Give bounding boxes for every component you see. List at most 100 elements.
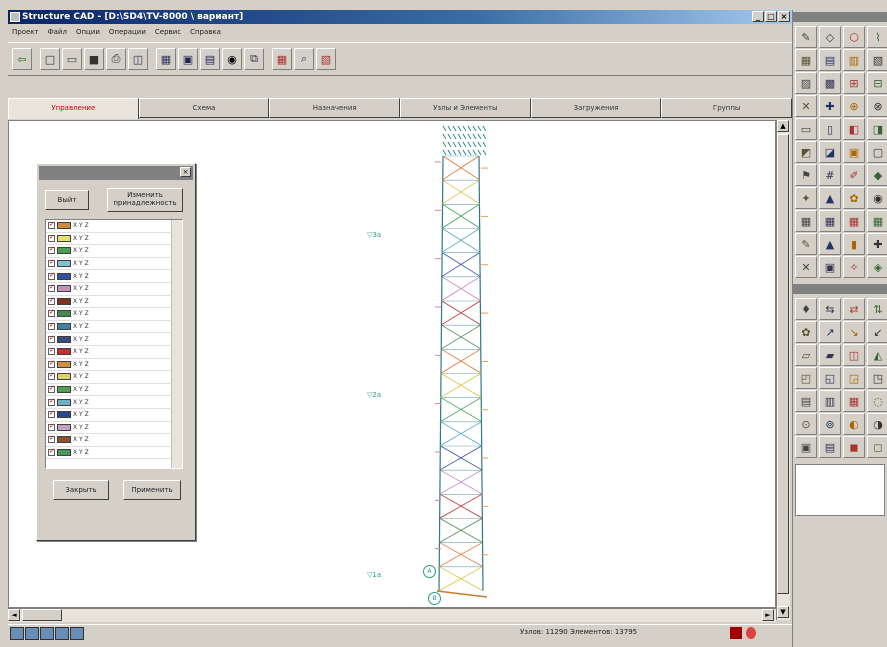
tab-5[interactable]: Группы <box>661 98 793 118</box>
menu-item-1[interactable]: Файл <box>48 28 67 36</box>
layers-panel-close-button[interactable]: × <box>180 167 191 177</box>
palette-bottom-tool-icon[interactable]: ◌ <box>867 390 887 412</box>
palette-top-tool-icon[interactable]: ▣ <box>819 256 841 278</box>
layer-row[interactable]: X Y Z <box>46 396 182 409</box>
tab-0[interactable]: Управление <box>8 98 139 119</box>
layer-row[interactable]: X Y Z <box>46 447 182 460</box>
tab-3[interactable]: Узлы и Элементы <box>400 98 531 118</box>
tab-4[interactable]: Загружения <box>530 98 662 118</box>
palette-top-tool-icon[interactable]: ✿ <box>843 187 865 209</box>
palette-top-tool-icon[interactable]: ▲ <box>819 233 841 255</box>
palette-bottom-tool-icon[interactable]: ▥ <box>819 390 841 412</box>
palette-top-tool-icon[interactable]: ▯ <box>819 118 841 140</box>
palette-top-tool-icon[interactable]: ◉ <box>867 187 887 209</box>
palette-top-tool-icon[interactable]: ▦ <box>843 210 865 232</box>
layer-checkbox[interactable] <box>48 384 55 394</box>
status-icon-5[interactable] <box>70 627 84 640</box>
layer-row[interactable]: X Y Z <box>46 258 182 271</box>
layer-checkbox[interactable] <box>48 359 55 368</box>
mesh-icon[interactable]: ▦ <box>156 48 176 70</box>
copy-icon[interactable]: ⧉ <box>244 48 264 70</box>
layer-row[interactable]: X Y Z <box>46 245 182 258</box>
layer-checkbox[interactable] <box>48 271 55 280</box>
horizontal-scrollbar[interactable]: ◄ ► <box>8 608 776 622</box>
palette-top-tool-icon[interactable]: ▮ <box>843 233 865 255</box>
layer-row[interactable]: X Y Z <box>46 233 182 246</box>
table-icon[interactable]: ▦ <box>272 48 292 70</box>
palette-bottom-tool-icon[interactable]: ▰ <box>819 344 841 366</box>
palette-bottom-tool-icon[interactable]: ↙ <box>867 321 887 343</box>
tab-1[interactable]: Схема <box>138 98 270 118</box>
vertical-scroll-thumb[interactable] <box>777 134 789 594</box>
palette-bottom-tool-icon[interactable]: ⊚ <box>819 413 841 435</box>
palette-top-tool-icon[interactable]: ◧ <box>843 118 865 140</box>
palette-top-tool-icon[interactable]: ▩ <box>819 72 841 94</box>
palette-top-tool-icon[interactable]: ◆ <box>867 164 887 186</box>
scroll-left-arrow[interactable]: ◄ <box>8 609 20 621</box>
palette-top-tool-icon[interactable]: ▧ <box>867 49 887 71</box>
palette-bottom-tool-icon[interactable]: ↗ <box>819 321 841 343</box>
palette-bottom-tool-icon[interactable]: ↘ <box>843 321 865 343</box>
record-icon[interactable] <box>746 627 756 639</box>
palette-bottom-tool-icon[interactable]: ◭ <box>867 344 887 366</box>
layer-checkbox[interactable] <box>48 397 55 406</box>
palette-bottom-tool-icon[interactable]: ▤ <box>795 390 817 412</box>
apply-button[interactable]: Применить <box>123 480 181 500</box>
palette-bottom-tool-icon[interactable]: ▦ <box>843 390 865 412</box>
palette-top-tool-icon[interactable]: ▦ <box>819 210 841 232</box>
palette-top-tool-icon[interactable]: ▦ <box>795 210 817 232</box>
palette-bottom-titlebar[interactable] <box>793 284 887 294</box>
layer-row[interactable]: X Y Z <box>46 434 182 447</box>
status-icon-4[interactable] <box>55 627 69 640</box>
palette-bottom-tool-icon[interactable]: ◻ <box>867 436 887 458</box>
layer-row[interactable]: X Y Z <box>46 283 182 296</box>
palette-bottom-tool-icon[interactable]: ◰ <box>795 367 817 389</box>
palette-top-tool-icon[interactable]: ⊕ <box>843 95 865 117</box>
palette-top-tool-icon[interactable]: ✦ <box>795 187 817 209</box>
status-icon-3[interactable] <box>40 627 54 640</box>
layer-row[interactable]: X Y Z <box>46 346 182 359</box>
palette-bottom-tool-icon[interactable]: ⇆ <box>819 298 841 320</box>
save-icon[interactable]: ■ <box>84 48 104 70</box>
palette-top-tool-icon[interactable]: ▥ <box>843 49 865 71</box>
menu-item-5[interactable]: Справка <box>190 28 221 36</box>
vertical-scrollbar[interactable]: ▲ ▼ <box>776 120 790 620</box>
palette-top-tool-icon[interactable]: ◪ <box>819 141 841 163</box>
palette-bottom-tool-icon[interactable]: ♦ <box>795 298 817 320</box>
layer-checkbox[interactable] <box>48 258 55 268</box>
title-bar[interactable]: Structure CAD - [D:\SD4\TV-8000 \ вариан… <box>8 10 792 24</box>
palette-bottom-tool-icon[interactable]: ◫ <box>843 344 865 366</box>
palette-top-tool-icon[interactable]: ▭ <box>795 118 817 140</box>
palette-bottom-tool-icon[interactable]: ⊙ <box>795 413 817 435</box>
layer-checkbox[interactable] <box>48 308 55 318</box>
palette-bottom-tool-icon[interactable]: ◐ <box>843 413 865 435</box>
palette-top-tool-icon[interactable]: ▲ <box>819 187 841 209</box>
palette-top-tool-icon[interactable]: ✐ <box>843 164 865 186</box>
layer-checkbox[interactable] <box>48 422 55 431</box>
camera-icon[interactable]: ◉ <box>222 48 242 70</box>
palette-bottom-tool-icon[interactable]: ◳ <box>867 367 887 389</box>
palette-bottom-tool-icon[interactable]: ◲ <box>843 367 865 389</box>
scroll-up-arrow[interactable]: ▲ <box>777 120 789 132</box>
layers-icon[interactable]: ▧ <box>316 48 336 70</box>
palette-top-tool-icon[interactable]: ◩ <box>795 141 817 163</box>
scroll-right-arrow[interactable]: ► <box>762 609 774 621</box>
palette-top-tool-icon[interactable]: ✚ <box>867 233 887 255</box>
grid-icon[interactable]: ▣ <box>178 48 198 70</box>
close-button[interactable]: × <box>778 11 790 22</box>
layers-panel-titlebar[interactable]: × <box>39 166 193 180</box>
open-icon[interactable]: ▭ <box>62 48 82 70</box>
layer-row[interactable]: X Y Z <box>46 321 182 334</box>
palette-top-tool-icon[interactable]: ◇ <box>819 26 841 48</box>
palette-top-tool-icon[interactable]: ▨ <box>795 72 817 94</box>
layer-row[interactable]: X Y Z <box>46 308 182 321</box>
layer-row[interactable]: X Y Z <box>46 371 182 384</box>
palette-top-tool-icon[interactable]: # <box>819 164 841 186</box>
print-icon[interactable]: ⎙ <box>106 48 126 70</box>
palette-top-tool-icon[interactable]: ▢ <box>867 141 887 163</box>
layer-checkbox[interactable] <box>48 283 55 293</box>
palette-top-tool-icon[interactable]: ⌇ <box>867 26 887 48</box>
layer-row[interactable]: X Y Z <box>46 422 182 435</box>
palette-bottom-tool-icon[interactable]: ✿ <box>795 321 817 343</box>
palette-top-tool-icon[interactable]: ▦ <box>795 49 817 71</box>
